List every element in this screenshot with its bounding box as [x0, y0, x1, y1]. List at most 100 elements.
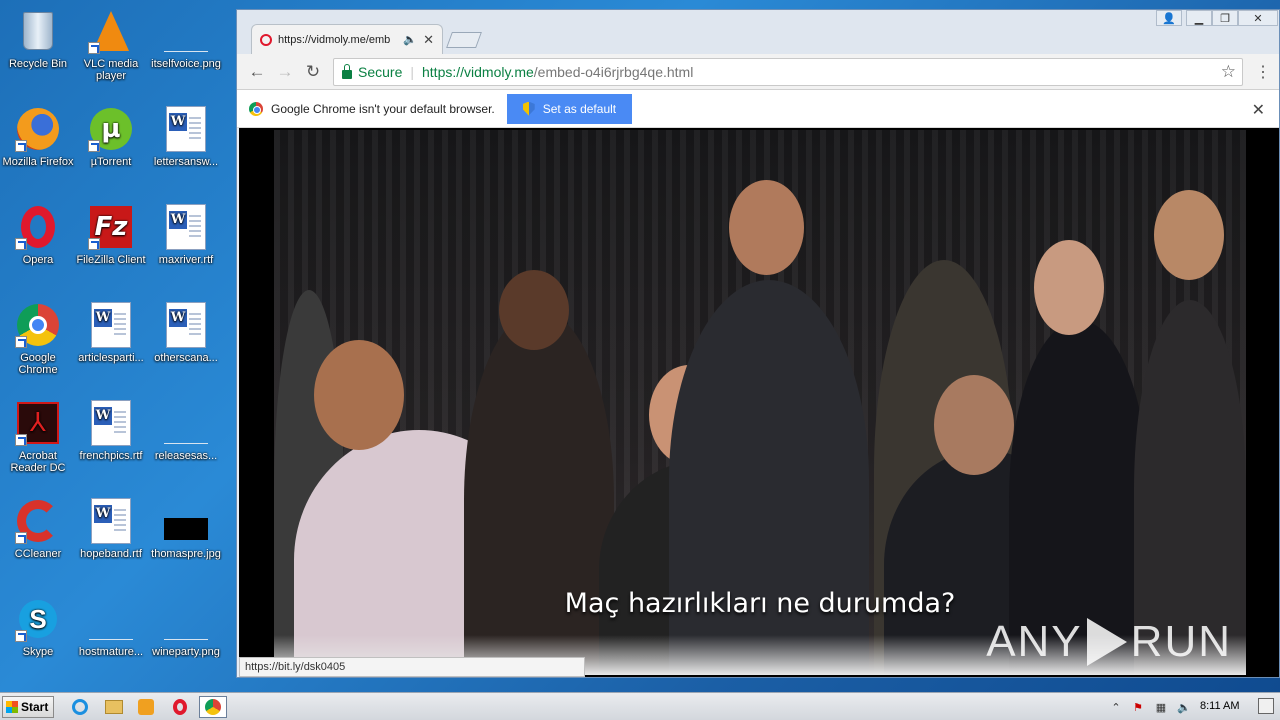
video-figure	[934, 375, 1014, 475]
desktop-icon-firefox[interactable]: Mozilla Firefox	[0, 106, 76, 168]
video-figure	[1034, 240, 1104, 335]
video-figure	[464, 310, 614, 675]
desktop-icon-label: VLC media player	[83, 58, 139, 82]
utorrent-icon: µ	[88, 106, 134, 152]
desktop-icon-ccleaner[interactable]: CCleaner	[0, 498, 76, 560]
set-as-default-button[interactable]: Set as default	[506, 93, 633, 124]
desktop-icon-utorrent[interactable]: µ µTorrent	[73, 106, 149, 168]
desktop-icon-vlc[interactable]: VLC media player	[73, 8, 149, 82]
image-file-icon	[163, 8, 209, 54]
chrome-icon	[249, 101, 263, 116]
word-document-icon	[163, 106, 209, 152]
image-thumbnail-icon	[163, 498, 209, 544]
chrome-taskbar-icon[interactable]	[199, 696, 227, 718]
watermark-run: RUN	[1130, 617, 1232, 666]
start-label: Start	[21, 700, 49, 714]
minimize-button[interactable]: ▁	[1186, 10, 1212, 26]
desktop-icon-label: thomaspre.jpg	[151, 548, 221, 560]
uac-shield-icon	[522, 101, 535, 116]
file-explorer-icon[interactable]	[100, 696, 128, 718]
action-center-icon[interactable]: ⚑	[1130, 700, 1146, 714]
bookmark-star-icon[interactable]: ☆	[1221, 62, 1236, 82]
desktop-icon-hopeband[interactable]: hopeband.rtf	[73, 498, 149, 560]
chrome-icon	[15, 302, 61, 348]
desktop-icon-thomaspre[interactable]: thomaspre.jpg	[148, 498, 224, 560]
word-document-icon	[88, 498, 134, 544]
default-browser-infobar: Google Chrome isn't your default browser…	[237, 90, 1279, 128]
start-button[interactable]: Start	[2, 696, 54, 718]
system-clock[interactable]: 8:11 AM	[1200, 700, 1240, 712]
desktop-icon-chrome[interactable]: Google Chrome	[0, 302, 76, 376]
infobar-close-icon[interactable]: ✕	[1252, 100, 1265, 120]
close-window-button[interactable]: ✕	[1238, 10, 1278, 26]
speaker-icon[interactable]: 🔈	[403, 33, 417, 46]
media-player-icon[interactable]	[132, 696, 160, 718]
tab-strip: https://vidmoly.me/emb 🔈 ✕ 👤 ▁ ❐ ✕	[237, 10, 1279, 54]
profile-icon[interactable]: 👤	[1156, 10, 1182, 26]
desktop-icon-acrobat[interactable]: ⅄ Acrobat Reader DC	[0, 400, 76, 474]
desktop-icon-label: lettersansw...	[153, 156, 219, 168]
infobar-message: Google Chrome isn't your default browser…	[271, 101, 495, 116]
forward-arrow-icon[interactable]: →	[273, 60, 297, 84]
desktop-icon-opera[interactable]: Opera	[0, 204, 76, 266]
shortcut-arrow-icon	[15, 336, 27, 348]
desktop-icon-itselfvoice[interactable]: itselfvoice.png	[148, 8, 224, 70]
internet-explorer-icon[interactable]	[66, 696, 94, 718]
desktop-icon-otherscana[interactable]: otherscana...	[148, 302, 224, 364]
back-arrow-icon[interactable]: ←	[245, 60, 269, 84]
blank-file-icon	[163, 400, 209, 446]
desktop-icon-filezilla[interactable]: Fz FileZilla Client	[73, 204, 149, 266]
firefox-icon	[15, 106, 61, 152]
desktop-icon-label: hostmature...	[78, 646, 144, 658]
desktop-icon-releasesas[interactable]: releasesas...	[148, 400, 224, 462]
desktop-icon-label: wineparty.png	[152, 646, 220, 658]
tab-close-icon[interactable]: ✕	[423, 32, 434, 48]
network-icon[interactable]: ▦	[1153, 700, 1169, 714]
set-as-default-label: Set as default	[542, 101, 617, 116]
reload-icon[interactable]: ↻	[301, 60, 325, 84]
shortcut-arrow-icon	[15, 140, 27, 152]
desktop-icon-label: FileZilla Client	[76, 254, 146, 266]
word-document-icon	[88, 302, 134, 348]
opera-taskbar-icon[interactable]	[166, 696, 194, 718]
chrome-window: https://vidmoly.me/emb 🔈 ✕ 👤 ▁ ❐ ✕ ← → ↻…	[236, 9, 1280, 678]
page-content: Maç hazırlıkları ne durumda? ANY RUN	[239, 128, 1279, 677]
tab-title: https://vidmoly.me/emb	[278, 33, 391, 46]
acrobat-icon: ⅄	[15, 400, 61, 446]
browser-toolbar: ← → ↻ Secure | https://vidmoly.me/embed-…	[237, 54, 1279, 90]
play-triangle-icon	[1086, 618, 1127, 666]
word-document-icon	[88, 400, 134, 446]
ccleaner-icon	[15, 498, 61, 544]
desktop-icon-hostmature[interactable]: hostmature...	[73, 596, 149, 658]
desktop-icon-label: hopeband.rtf	[80, 548, 142, 560]
status-bubble: https://bit.ly/dsk0405	[239, 657, 585, 677]
desktop-icon-lettersansw[interactable]: lettersansw...	[148, 106, 224, 168]
menu-kebab-icon[interactable]: ⋮	[1251, 60, 1275, 84]
desktop-icon-recycle-bin[interactable]: Recycle Bin	[0, 8, 76, 70]
new-tab-button[interactable]	[446, 32, 482, 48]
tray-expand-icon[interactable]: ⌃	[1108, 700, 1124, 714]
filezilla-icon: Fz	[88, 204, 134, 250]
desktop-icon-label: Skype	[22, 646, 54, 658]
browser-tab[interactable]: https://vidmoly.me/emb 🔈 ✕	[251, 24, 443, 54]
shortcut-arrow-icon	[15, 434, 27, 446]
volume-icon[interactable]: 🔈	[1176, 700, 1192, 714]
desktop-icon-articlespart[interactable]: articlesparti...	[73, 302, 149, 364]
desktop-icon-label: releasesas...	[154, 450, 218, 462]
desktop-icon-label: Recycle Bin	[8, 58, 68, 70]
desktop-icon-skype[interactable]: S Skype	[0, 596, 76, 658]
address-separator: |	[410, 64, 414, 80]
recycle-bin-icon	[15, 8, 61, 54]
word-document-icon	[163, 204, 209, 250]
favicon-icon	[260, 33, 272, 46]
maximize-button[interactable]: ❐	[1212, 10, 1238, 26]
desktop-icon-maxriver[interactable]: maxriver.rtf	[148, 204, 224, 266]
video-player[interactable]: Maç hazırlıkları ne durumda? ANY RUN	[274, 130, 1246, 675]
video-figure	[314, 340, 404, 450]
desktop-icon-wineparty[interactable]: wineparty.png	[148, 596, 224, 658]
desktop-icon-label: Acrobat Reader DC	[10, 450, 66, 474]
desktop-icon-label: CCleaner	[14, 548, 62, 560]
show-desktop-button[interactable]	[1258, 698, 1274, 714]
address-bar[interactable]: Secure | https://vidmoly.me/embed-o4i6rj…	[333, 58, 1243, 86]
desktop-icon-frenchpics[interactable]: frenchpics.rtf	[73, 400, 149, 462]
